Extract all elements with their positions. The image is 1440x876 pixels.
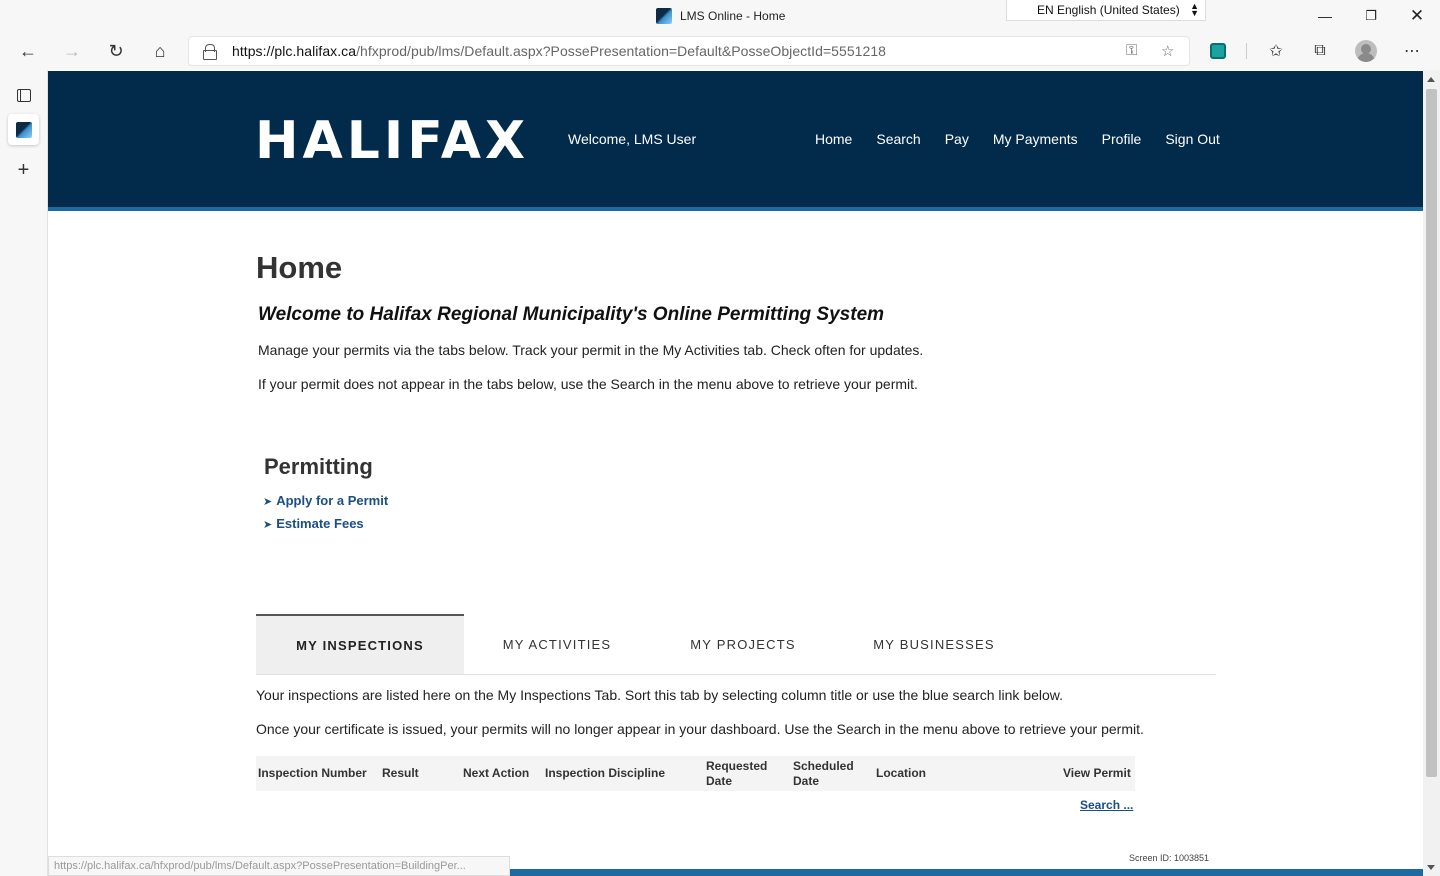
screen-id: Screen ID: 1003851 xyxy=(1129,853,1210,863)
main-nav: Home Search Pay My Payments Profile Sign… xyxy=(815,131,1220,147)
nav-my-payments[interactable]: My Payments xyxy=(993,131,1078,147)
scroll-down-icon[interactable] xyxy=(1427,865,1435,870)
vertical-tab-strip: + xyxy=(0,70,48,876)
estimate-fees-link[interactable]: ➤ Estimate Fees xyxy=(263,516,364,531)
column-location[interactable]: Location xyxy=(876,766,926,781)
status-bar-url: https://plc.halifax.ca/hfxprod/pub/lms/D… xyxy=(48,856,510,876)
tab-my-activities[interactable]: MY ACTIVITIES xyxy=(464,614,650,674)
new-tab-button[interactable]: + xyxy=(8,155,39,186)
column-inspection-discipline[interactable]: Inspection Discipline xyxy=(545,766,665,781)
nav-home[interactable]: Home xyxy=(815,131,852,147)
favorites-list-icon: ✩ xyxy=(1269,43,1283,60)
dashboard-tabs: MY INSPECTIONS MY ACTIVITIES MY PROJECTS… xyxy=(256,614,1216,675)
window-title: LMS Online - Home xyxy=(656,8,785,24)
column-view-permit[interactable]: View Permit xyxy=(1063,766,1131,781)
inspections-description: Once your certificate is issued, your pe… xyxy=(256,721,1144,737)
up-down-arrows-icon: ▲ ▼ xyxy=(1190,1,1199,18)
refresh-icon: ↻ xyxy=(108,40,124,61)
collections-button[interactable]: ⧉ xyxy=(1306,38,1334,64)
settings-more-button[interactable]: ⋯ xyxy=(1398,38,1426,64)
scroll-up-icon[interactable] xyxy=(1427,77,1435,82)
back-arrow-icon: ← xyxy=(19,40,37,61)
more-icon: ⋯ xyxy=(1404,43,1420,60)
nav-sign-out[interactable]: Sign Out xyxy=(1165,131,1219,147)
add-favorite-icon[interactable]: ☆ xyxy=(1161,42,1174,60)
tab-my-inspections[interactable]: MY INSPECTIONS xyxy=(256,614,464,674)
page-scrollbar[interactable] xyxy=(1423,70,1440,876)
column-inspection-number[interactable]: Inspection Number xyxy=(258,766,367,781)
nav-pay[interactable]: Pay xyxy=(945,131,969,147)
header-accent-band xyxy=(48,207,1423,211)
site-header: HALIFAX Welcome, LMS User Home Search Pa… xyxy=(48,71,1423,207)
key-icon[interactable]: ⚿ xyxy=(1126,42,1137,59)
halifax-favicon-icon xyxy=(15,121,32,138)
collections-icon: ⧉ xyxy=(1314,42,1326,59)
forward-button[interactable]: → xyxy=(56,36,88,66)
profile-button[interactable] xyxy=(1352,38,1380,64)
column-requested-date[interactable]: Requested Date xyxy=(706,759,776,789)
page-viewport: HALIFAX Welcome, LMS User Home Search Pa… xyxy=(48,70,1423,876)
halifax-favicon-icon xyxy=(656,8,672,24)
inspections-description: Your inspections are listed here on the … xyxy=(256,687,1064,703)
permitting-title: Permitting xyxy=(264,454,373,479)
column-scheduled-date[interactable]: Scheduled Date xyxy=(793,759,863,789)
restore-icon: ❐ xyxy=(1365,8,1377,23)
forward-arrow-icon: → xyxy=(63,40,81,61)
address-bar-url: https://plc.halifax.ca/hfxprod/pub/lms/D… xyxy=(232,43,887,59)
plus-icon: + xyxy=(17,159,30,181)
inspections-search-link[interactable]: Search ... xyxy=(1080,798,1133,812)
home-icon: ⌂ xyxy=(154,40,166,61)
page-title: Home xyxy=(256,250,343,285)
language-selector[interactable]: EN English (United States) ▲ ▼ xyxy=(1006,0,1206,21)
welcome-heading: Welcome to Halifax Regional Municipality… xyxy=(258,304,885,325)
toolbar-divider xyxy=(1246,43,1247,59)
intro-paragraph: If your permit does not appear in the ta… xyxy=(258,376,918,392)
minimize-icon: — xyxy=(1318,8,1332,24)
tab-actions-button[interactable] xyxy=(8,80,39,111)
minimize-button[interactable]: — xyxy=(1302,4,1348,28)
home-button[interactable]: ⌂ xyxy=(144,36,176,66)
column-result[interactable]: Result xyxy=(382,766,419,781)
lock-icon xyxy=(203,44,217,60)
scrollbar-thumb[interactable] xyxy=(1426,89,1437,777)
inspections-table-header: Inspection Number Result Next Action Ins… xyxy=(256,756,1135,791)
address-bar[interactable]: https://plc.halifax.ca/hfxprod/pub/lms/D… xyxy=(188,36,1190,66)
browser-toolbar: ← → ↻ ⌂ https://plc.halifax.ca/hfxprod/p… xyxy=(0,32,1440,70)
nav-search[interactable]: Search xyxy=(876,131,920,147)
apply-for-permit-link[interactable]: ➤ Apply for a Permit xyxy=(263,493,388,508)
column-next-action[interactable]: Next Action xyxy=(463,766,529,781)
tab-actions-icon xyxy=(16,89,31,102)
intro-paragraph: Manage your permits via the tabs below. … xyxy=(258,342,924,358)
profile-avatar-icon xyxy=(1355,40,1377,62)
close-window-button[interactable]: ✕ xyxy=(1394,4,1440,28)
arrow-right-icon: ➤ xyxy=(263,519,273,531)
extension-button[interactable] xyxy=(1204,38,1232,64)
back-button[interactable]: ← xyxy=(12,36,44,66)
halifax-logo[interactable]: HALIFAX xyxy=(255,111,529,171)
close-icon: ✕ xyxy=(1409,6,1425,25)
refresh-button[interactable]: ↻ xyxy=(100,36,132,66)
nav-profile[interactable]: Profile xyxy=(1102,131,1142,147)
tab-lms-online-home[interactable] xyxy=(8,114,39,145)
tab-my-projects[interactable]: MY PROJECTS xyxy=(650,614,836,674)
language-selector-value: EN English (United States) xyxy=(1037,3,1180,17)
tab-my-businesses[interactable]: MY BUSINESSES xyxy=(836,614,1032,674)
window-title-text: LMS Online - Home xyxy=(680,9,786,23)
arrow-right-icon: ➤ xyxy=(263,496,273,508)
welcome-user-text: Welcome, LMS User xyxy=(568,131,697,147)
title-bar: LMS Online - Home EN English (United Sta… xyxy=(0,0,1440,32)
favorites-button[interactable]: ✩ xyxy=(1262,38,1290,64)
extension-icon xyxy=(1210,43,1226,59)
restore-button[interactable]: ❐ xyxy=(1348,4,1394,28)
